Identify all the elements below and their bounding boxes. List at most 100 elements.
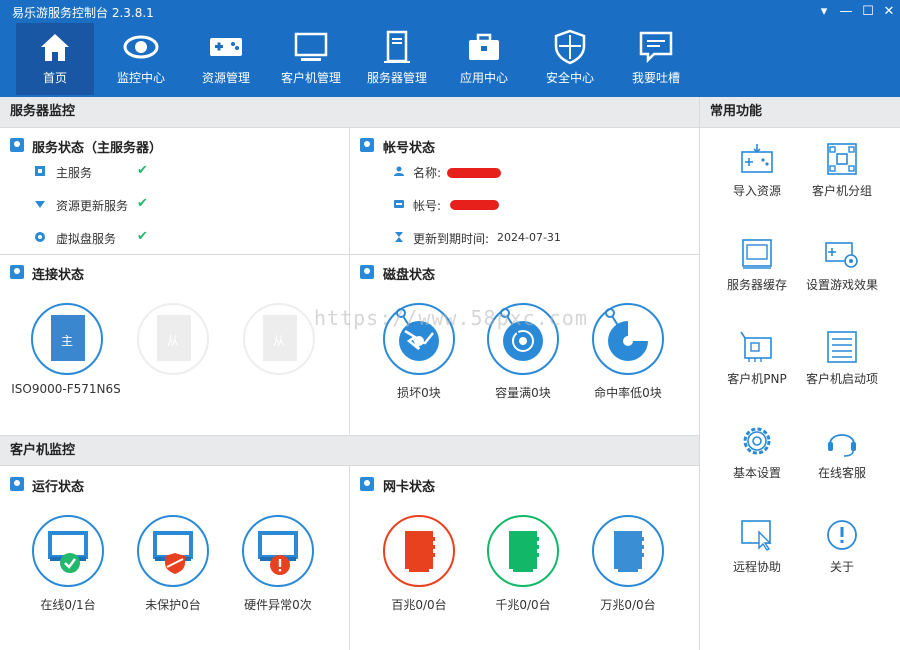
minimize-button[interactable]: —: [836, 3, 856, 21]
service-status-title: 服务状态（主服务器）: [32, 141, 163, 156]
service-label: 虚拟盘服务: [56, 232, 117, 246]
client-startup-button[interactable]: 客户机启动项: [796, 330, 888, 387]
startup-items-icon: [827, 331, 857, 363]
nic-10g-node[interactable]: [592, 515, 664, 587]
watermark: https://www.58pxc.com: [314, 306, 588, 330]
nav-label: 安全中心: [545, 71, 594, 85]
nic-card-icon: [509, 531, 539, 572]
import-resource-icon: [741, 144, 773, 173]
function-label: 客户机PNP: [727, 372, 787, 386]
ok-check-icon: ✔: [137, 163, 148, 178]
toolbox-icon: [469, 33, 499, 60]
pin-icon: [10, 265, 24, 279]
client-online-node[interactable]: [32, 515, 104, 587]
about-button[interactable]: 关于: [796, 518, 888, 575]
pin-icon: [360, 138, 374, 152]
nav-home[interactable]: 首页: [16, 23, 94, 95]
client-online-caption: 在线0/1台: [40, 598, 96, 612]
master-server-node[interactable]: 主: [31, 303, 103, 375]
nic-10g-caption: 万兆0/0台: [600, 598, 656, 612]
function-label: 客户机分组: [811, 184, 872, 198]
nic-100m-node[interactable]: [383, 515, 455, 587]
online-support-button[interactable]: 在线客服: [796, 424, 888, 481]
slave-server-node[interactable]: 从: [243, 303, 315, 375]
function-label: 设置游戏效果: [805, 278, 878, 292]
nav-label: 资源管理: [201, 71, 250, 85]
common-functions-header: 常用功能: [700, 97, 900, 128]
function-label: 导入资源: [732, 184, 781, 198]
disk-hitrate-caption: 命中率低0块: [594, 386, 662, 400]
nic-card-icon: [405, 531, 435, 572]
account-id-label: 帐号:: [413, 199, 442, 213]
window-title: 易乐游服务控制台 2.3.8.1: [12, 6, 154, 20]
nic-1000m-caption: 千兆0/0台: [495, 598, 551, 612]
nic-1000m-node[interactable]: [487, 515, 559, 587]
import-resource-button[interactable]: 导入资源: [711, 142, 803, 199]
redacted-name: [447, 168, 501, 178]
redacted-account: [450, 200, 499, 210]
nav-label: 服务器管理: [366, 71, 427, 85]
unprotected-monitor-icon: [153, 531, 193, 574]
feedback-icon: [639, 31, 673, 64]
close-button[interactable]: ✕: [879, 3, 899, 21]
expiry-label: 更新到期时间:: [413, 232, 490, 246]
main-service-icon: [35, 166, 45, 176]
run-status-title: 运行状态: [32, 480, 85, 495]
nav-security-center[interactable]: 安全中心: [531, 23, 609, 95]
id-card-icon: [394, 200, 404, 208]
pin-icon: [10, 138, 24, 152]
nic-100m-caption: 百兆0/0台: [391, 598, 447, 612]
gear-icon: [743, 427, 771, 455]
function-label: 服务器缓存: [726, 278, 787, 292]
ok-check-icon: ✔: [137, 229, 148, 244]
user-icon: [394, 166, 404, 176]
nav-client-manage[interactable]: 客户机管理: [272, 23, 350, 95]
nav-app-center[interactable]: 应用中心: [445, 23, 523, 95]
nav-feedback[interactable]: 我要吐槽: [617, 23, 695, 95]
slave-server-node[interactable]: 从: [137, 303, 209, 375]
basic-settings-button[interactable]: 基本设置: [711, 424, 803, 481]
master-label: 主: [60, 334, 73, 348]
function-label: 客户机启动项: [805, 372, 878, 386]
hardware-error-monitor-icon: [258, 531, 298, 575]
maximize-button[interactable]: ☐: [858, 3, 878, 21]
remote-assist-button[interactable]: 远程协助: [711, 518, 803, 575]
monitor-icon: [294, 32, 328, 61]
disk-hitrate-node[interactable]: [592, 303, 664, 375]
client-hardware-node[interactable]: [242, 515, 314, 587]
virtual-disk-icon: [35, 232, 45, 242]
nic-card-icon: [614, 531, 644, 572]
eye-icon: [123, 35, 159, 59]
nav-label: 首页: [42, 71, 67, 85]
function-label: 基本设置: [732, 466, 781, 480]
account-name-label: 名称:: [413, 166, 442, 180]
client-hardware-caption: 硬件异常0次: [244, 598, 312, 612]
ok-check-icon: ✔: [137, 196, 148, 211]
info-icon: [827, 520, 857, 550]
home-icon: [41, 34, 69, 61]
slave-label: 从: [166, 334, 179, 348]
server-monitor-header: 服务器监控: [0, 97, 699, 128]
pin-icon: [360, 477, 374, 491]
expiry-date: 2024-07-31: [497, 231, 561, 244]
nav-monitor-center[interactable]: 监控中心: [102, 23, 180, 95]
slave-label: 从: [272, 334, 285, 348]
nav-resource-manage[interactable]: 资源管理: [187, 23, 265, 95]
hourglass-icon: [395, 232, 403, 242]
client-group-button[interactable]: 客户机分组: [796, 142, 888, 199]
online-monitor-icon: [48, 531, 88, 573]
client-unprotected-node[interactable]: [137, 515, 209, 587]
service-label: 资源更新服务: [56, 199, 129, 213]
top-toolbar: 易乐游服务控制台 2.3.8.1 ▾ — ☐ ✕ 首页 监控中心 资源管理 客户…: [0, 0, 900, 97]
update-service-icon: [35, 201, 45, 208]
game-settings-icon: [825, 242, 858, 268]
menu-dropdown-icon[interactable]: ▾: [814, 3, 834, 21]
game-settings-button[interactable]: 设置游戏效果: [796, 236, 888, 293]
client-pnp-button[interactable]: 客户机PNP: [711, 330, 803, 387]
nav-server-manage[interactable]: 服务器管理: [358, 23, 436, 95]
divider: [0, 254, 699, 255]
server-name: ISO9000-F571N6S: [11, 382, 121, 396]
server-cache-button[interactable]: 服务器缓存: [711, 236, 803, 293]
disk-full-caption: 容量满0块: [495, 386, 551, 400]
client-monitor-header: 客户机监控: [0, 435, 699, 466]
